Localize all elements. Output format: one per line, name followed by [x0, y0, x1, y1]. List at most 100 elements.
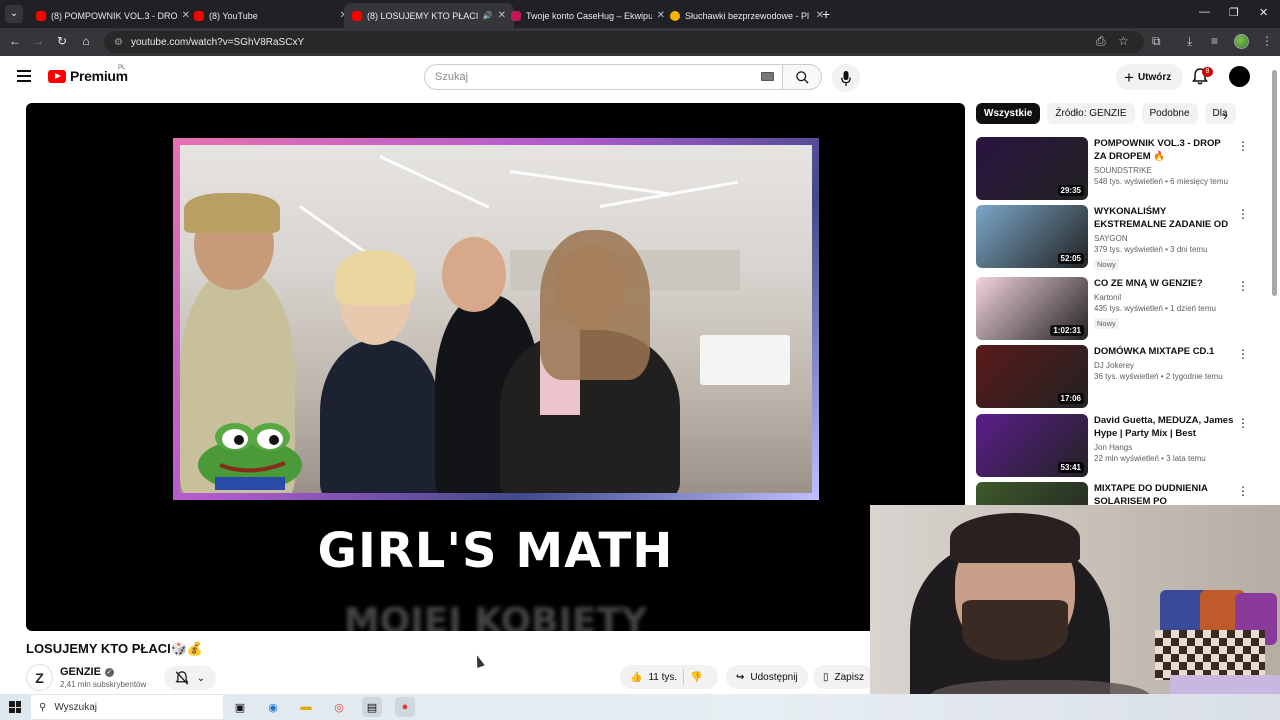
- install-app-icon[interactable]: ⎙: [1096, 34, 1106, 49]
- file-explorer-icon[interactable]: ▬: [296, 697, 316, 717]
- more-options-icon[interactable]: ⋮: [1237, 140, 1249, 152]
- reload-icon[interactable]: ↻: [54, 34, 70, 48]
- scrollbar-thumb[interactable]: [1272, 70, 1277, 296]
- recommendation-channel[interactable]: Jon Hangs: [1094, 443, 1234, 452]
- url-text[interactable]: youtube.com/watch?v=SGhV8RaSCxY: [131, 37, 304, 48]
- bookmark-icon: ▯: [823, 671, 829, 683]
- recommendation-title[interactable]: POMPOWNIK VOL.3 - DROP ZA DROPEM 🔥: [1094, 137, 1234, 163]
- recommendation-views: 36 tys. wyświetleń • 2 tygodnie temu: [1094, 372, 1223, 381]
- video-duration: 17:06: [1057, 393, 1084, 404]
- edge-icon[interactable]: ◉: [263, 697, 283, 717]
- channel-avatar[interactable]: Z: [26, 664, 53, 691]
- site-info-icon[interactable]: ⚙: [114, 37, 123, 48]
- recommendation-title[interactable]: DOMÓWKA MIXTAPE CD.1: [1094, 345, 1234, 358]
- chrome-menu-icon[interactable]: ⋮: [1261, 34, 1273, 48]
- browser-tab[interactable]: Słuchawki bezprzewodowe - Pl ✕: [662, 3, 832, 28]
- share-button[interactable]: ↪ Udostępnij: [726, 665, 808, 689]
- taskbar-search[interactable]: ⚲ Wyszukaj: [31, 695, 223, 719]
- keyboard-icon[interactable]: [761, 72, 774, 81]
- extensions-icon[interactable]: ⧉: [1152, 34, 1161, 49]
- save-button[interactable]: ▯ Zapisz: [813, 665, 874, 689]
- video-thumbnail[interactable]: 52:05: [976, 205, 1088, 268]
- task-view-icon[interactable]: ▣: [230, 697, 250, 717]
- channel-name-row[interactable]: GENZIE ✓: [60, 666, 114, 678]
- chrome-icon[interactable]: ◎: [329, 697, 349, 717]
- back-icon[interactable]: ←: [7, 34, 23, 48]
- like-count: 11 tys.: [648, 671, 678, 683]
- recommendation-item[interactable]: 53:41 David Guetta, MEDUZA, James Hype | …: [976, 414, 1266, 478]
- media-control-icon[interactable]: ≡: [1211, 34, 1218, 48]
- tab-title: Twoje konto CaseHug – Ekwipu: [526, 10, 652, 21]
- search-box[interactable]: [424, 64, 782, 90]
- video-thumbnail[interactable]: 53:41: [976, 414, 1088, 477]
- channel-name[interactable]: GENZIE: [60, 666, 101, 678]
- speaker-icon[interactable]: 🔊: [483, 11, 493, 20]
- video-subcaption: MOJEJ KOBIETY: [343, 601, 648, 631]
- more-options-icon[interactable]: ⋮: [1237, 417, 1249, 429]
- video-player[interactable]: GIRL'S MATH MOJEJ KOBIETY: [26, 103, 965, 631]
- browser-tab[interactable]: (8) POMPOWNIK VOL.3 - DROP ✕: [28, 3, 198, 28]
- mouse-cursor-icon: [473, 653, 485, 669]
- search-input[interactable]: [435, 71, 735, 83]
- recommendation-views: 435 tys. wyświetleń • 1 dzień temu: [1094, 304, 1216, 313]
- downloads-icon[interactable]: ⤓: [1187, 34, 1192, 49]
- create-button[interactable]: + Utwórz: [1116, 64, 1184, 90]
- recommendation-item[interactable]: 52:05 WYKONALIŚMY EKSTREMALNE ZADANIE OD …: [976, 205, 1266, 270]
- recommendation-channel[interactable]: SAYGON: [1094, 234, 1234, 243]
- search-button[interactable]: [782, 64, 822, 90]
- browser-tab[interactable]: Twoje konto CaseHug – Ekwipu ✕: [503, 3, 673, 28]
- tab-search-icon[interactable]: ⌄: [5, 5, 23, 23]
- new-badge: Nowy: [1094, 318, 1119, 329]
- chip-all[interactable]: Wszystkie: [976, 103, 1041, 124]
- more-options-icon[interactable]: ⋮: [1237, 208, 1249, 220]
- chip-related[interactable]: Podobne: [1141, 103, 1198, 124]
- recommendation-channel[interactable]: Kartonil: [1094, 293, 1234, 302]
- recommendation-views: 379 tys. wyświetleń • 3 dni temu: [1094, 245, 1208, 254]
- video-thumbnail[interactable]: 17:06: [976, 345, 1088, 408]
- like-dislike-group: 👍 11 tys. 👎: [620, 665, 718, 689]
- close-window-icon[interactable]: ✕: [1259, 6, 1268, 19]
- voice-search-button[interactable]: [832, 64, 860, 92]
- minimize-icon[interactable]: —: [1199, 6, 1210, 18]
- video-thumbnail[interactable]: 29:35: [976, 137, 1088, 200]
- like-button[interactable]: 👍 11 tys.: [630, 672, 677, 683]
- recommendation-title[interactable]: David Guetta, MEDUZA, James Hype | Party…: [1094, 414, 1234, 440]
- windows-start-icon[interactable]: [9, 701, 21, 713]
- subscription-bell-button[interactable]: ⌄: [164, 666, 216, 690]
- recommendation-title[interactable]: CO ZE MNĄ W GENZIE?: [1094, 277, 1234, 290]
- recommendation-channel[interactable]: DJ Jokerey: [1094, 361, 1234, 370]
- more-options-icon[interactable]: ⋮: [1237, 348, 1249, 360]
- video-thumbnail[interactable]: 1:02:31: [976, 277, 1088, 340]
- restore-icon[interactable]: ❐: [1229, 6, 1239, 19]
- video-title: LOSUJEMY KTO PŁACI🎲💰: [26, 641, 204, 656]
- recommendation-item[interactable]: 1:02:31 CO ZE MNĄ W GENZIE? Kartonil 435 ty…: [976, 277, 1266, 341]
- obs-icon[interactable]: ●: [395, 697, 415, 717]
- more-options-icon[interactable]: ⋮: [1237, 485, 1249, 497]
- thumbs-down-icon[interactable]: 👎: [690, 672, 702, 683]
- notepad-icon[interactable]: ▤: [362, 697, 382, 717]
- recommendation-title[interactable]: WYKONALIŚMY EKSTREMALNE ZADANIE OD BANDU…: [1094, 205, 1234, 231]
- tab-title: (8) LOSUJEMY KTO PŁACI: [367, 10, 478, 21]
- home-icon[interactable]: ⌂: [78, 34, 94, 48]
- recommendation-item[interactable]: 17:06 DOMÓWKA MIXTAPE CD.1 DJ Jokerey 36 ty…: [976, 345, 1266, 409]
- chevron-right-icon[interactable]: ›: [1223, 108, 1227, 123]
- more-options-icon[interactable]: ⋮: [1237, 280, 1249, 292]
- address-bar[interactable]: ⚙ youtube.com/watch?v=SGhV8RaSCxY: [104, 31, 1144, 53]
- chip-source[interactable]: Źródło: GENZIE: [1047, 103, 1135, 124]
- new-tab-icon[interactable]: +: [822, 6, 830, 22]
- recommendation-item[interactable]: 29:35 POMPOWNIK VOL.3 - DROP ZA DROPEM 🔥 S…: [976, 137, 1266, 201]
- save-label: Zapisz: [834, 671, 864, 683]
- profile-avatar[interactable]: [1234, 34, 1249, 49]
- video-duration: 53:41: [1057, 462, 1084, 473]
- streamer-webcam: [870, 505, 1280, 720]
- browser-tab[interactable]: (8) YouTube ✕: [186, 3, 356, 28]
- forward-icon[interactable]: →: [30, 34, 46, 48]
- account-avatar[interactable]: [1229, 66, 1250, 87]
- bookmark-star-icon[interactable]: ☆: [1118, 34, 1129, 48]
- recommendation-channel[interactable]: SOUNDSTRIKE: [1094, 166, 1234, 175]
- share-label: Udostępnij: [750, 671, 798, 683]
- youtube-premium-logo[interactable]: Premium PL: [48, 65, 128, 84]
- menu-icon[interactable]: [17, 70, 31, 82]
- browser-tab-active[interactable]: (8) LOSUJEMY KTO PŁACI 🔊 ✕: [344, 3, 514, 28]
- chip-for-you[interactable]: Dla: [1204, 103, 1236, 124]
